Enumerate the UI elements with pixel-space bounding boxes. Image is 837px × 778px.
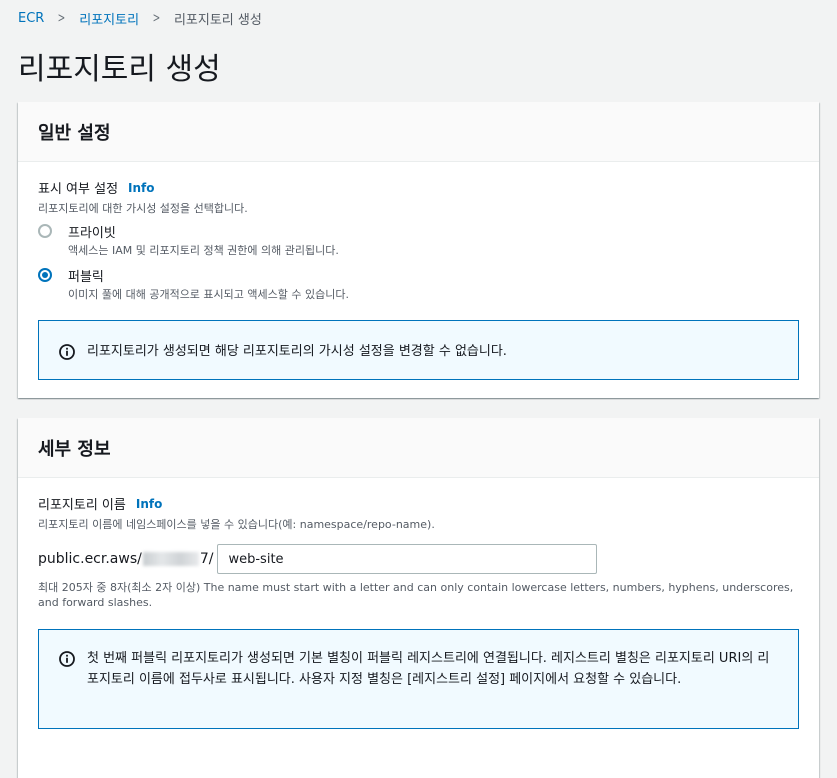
general-settings-panel: 일반 설정 표시 여부 설정 Info 리포지토리에 대한 가시성 설정을 선택… (18, 102, 819, 398)
breadcrumb-current: 리포지토리 생성 (173, 12, 262, 28)
details-title: 세부 정보 (18, 418, 819, 478)
public-label: 퍼블릭 (68, 270, 104, 285)
chevron-right-icon: > (152, 10, 161, 26)
private-radio[interactable] (38, 224, 52, 238)
repo-name-input[interactable] (217, 544, 598, 574)
redacted-alias (142, 552, 199, 566)
general-settings-title: 일반 설정 (18, 102, 819, 162)
private-description: 액세스는 IAM 및 리포지토리 정책 권한에 의해 관리됩니다. (68, 244, 339, 257)
info-circle-icon (59, 651, 75, 667)
breadcrumb-ecr[interactable]: ECR (18, 11, 44, 26)
visibility-description: 리포지토리에 대한 가시성 설정을 선택합니다. (38, 202, 248, 215)
repo-name-info-link[interactable]: Info (136, 497, 162, 511)
public-description: 이미지 풀에 대해 공개적으로 표시되고 액세스할 수 있습니다. (68, 288, 349, 301)
repo-name-label: 리포지토리 이름 (38, 498, 126, 513)
repo-name-constraint: 최대 205자 중 8자(최소 2자 이상) The name must sta… (38, 581, 794, 609)
private-label: 프라이빗 (68, 226, 116, 241)
repo-uri-prefix-end: 7/ (199, 551, 214, 567)
radio-option-public[interactable]: 퍼블릭 이미지 풀에 대해 공개적으로 표시되고 액세스할 수 있습니다. (38, 266, 799, 302)
repo-uri-row: public.ecr.aws/ 7/ (38, 544, 799, 574)
alias-alert: 첫 번째 퍼블릭 리포지토리가 생성되면 기본 별칭이 퍼블릭 레지스트리에 연… (38, 629, 799, 729)
visibility-alert-text: 리포지토리가 생성되면 해당 리포지토리의 가시성 설정을 변경할 수 없습니다… (87, 344, 507, 359)
chevron-right-icon: > (57, 10, 66, 26)
public-radio[interactable] (38, 268, 52, 282)
repo-uri-prefix-start: public.ecr.aws/ (38, 551, 142, 567)
details-panel: 세부 정보 리포지토리 이름 Info 리포지토리 이름에 네임스페이스를 넣을… (18, 418, 819, 778)
visibility-alert: 리포지토리가 생성되면 해당 리포지토리의 가시성 설정을 변경할 수 없습니다… (38, 320, 799, 380)
breadcrumb: ECR > 리포지토리 > 리포지토리 생성 (18, 8, 262, 28)
alias-alert-text: 첫 번째 퍼블릭 리포지토리가 생성되면 기본 별칭이 퍼블릭 레지스트리에 연… (87, 651, 770, 687)
page-title: 리포지토리 생성 (18, 52, 221, 87)
info-circle-icon (59, 344, 75, 360)
repo-name-description: 리포지토리 이름에 네임스페이스를 넣을 수 있습니다(예: namespace… (38, 518, 435, 531)
visibility-label: 표시 여부 설정 (38, 182, 119, 197)
repo-uri-prefix: public.ecr.aws/ 7/ (38, 551, 213, 567)
radio-option-private[interactable]: 프라이빗 액세스는 IAM 및 리포지토리 정책 권한에 의해 관리됩니다. (38, 222, 799, 258)
visibility-info-link[interactable]: Info (128, 181, 154, 195)
breadcrumb-repositories[interactable]: 리포지토리 (79, 9, 139, 28)
